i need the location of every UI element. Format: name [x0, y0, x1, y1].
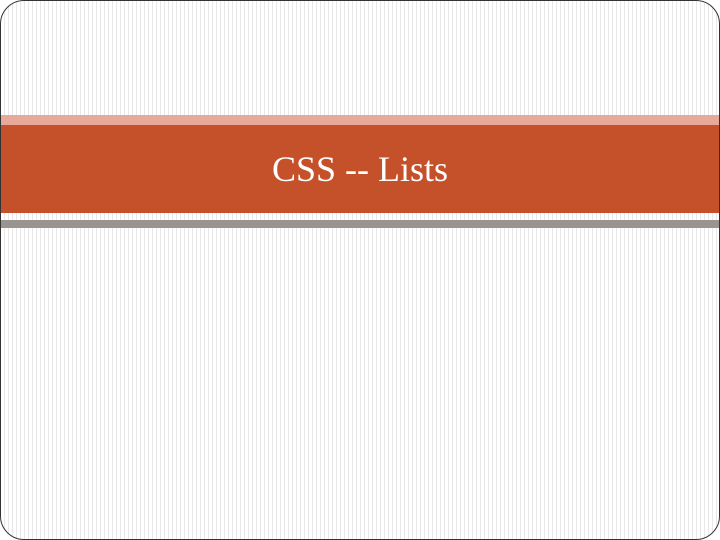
title-band-wrapper: CSS -- Lists — [1, 115, 719, 228]
accent-stripe-bottom — [1, 220, 719, 228]
slide-container: CSS -- Lists — [0, 0, 720, 540]
title-band: CSS -- Lists — [1, 125, 719, 213]
slide-title: CSS -- Lists — [272, 148, 448, 190]
accent-stripe-top — [1, 115, 719, 125]
